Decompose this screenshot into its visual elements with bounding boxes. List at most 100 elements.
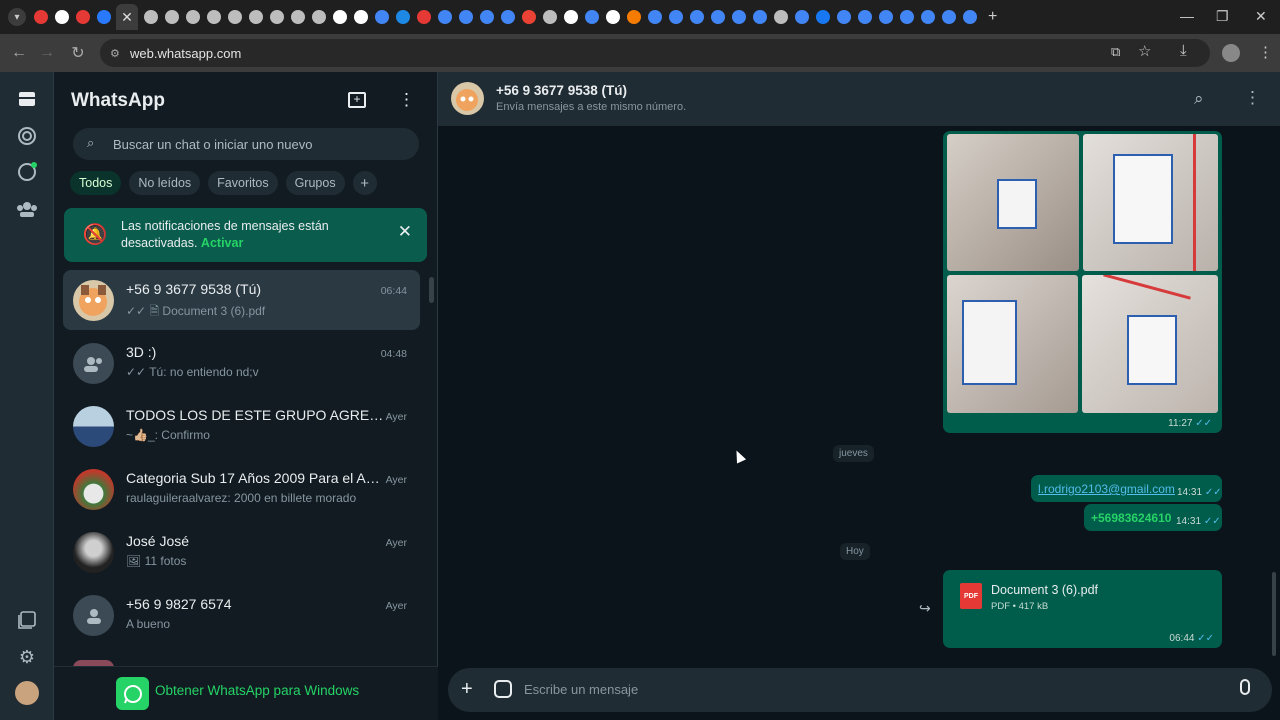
tab-favicon[interactable] <box>773 10 788 24</box>
tab-favicon[interactable] <box>248 10 263 24</box>
tab-favicon[interactable] <box>374 10 389 24</box>
back-icon[interactable]: ← <box>4 44 34 62</box>
tab-favicon[interactable] <box>815 10 830 24</box>
get-app-banner[interactable]: Obtener WhatsApp para Windows <box>54 666 438 720</box>
tab-favicon[interactable] <box>96 10 111 24</box>
tab-favicon[interactable] <box>416 10 431 24</box>
chat-item[interactable]: Categoria Sub 17 Años 2009 Para el Año .… <box>63 459 420 519</box>
tab-favicon[interactable] <box>479 10 494 24</box>
tab-favicon[interactable] <box>54 10 69 24</box>
tab-favicon[interactable] <box>521 10 536 24</box>
forward-icon[interactable]: ↪ <box>919 600 931 617</box>
new-tab-button[interactable]: + <box>988 8 997 26</box>
tab-favicon[interactable] <box>75 10 90 24</box>
tab-favicon[interactable] <box>33 10 48 24</box>
attach-plus-icon[interactable]: + <box>461 678 473 701</box>
install-app-icon[interactable]: ⧉ <box>1111 44 1120 60</box>
photo-thumbnail[interactable] <box>1082 275 1218 413</box>
photo-thumbnail[interactable] <box>947 275 1078 413</box>
tab-favicon[interactable] <box>605 10 620 24</box>
search-icon[interactable]: ⌕ <box>1194 89 1204 109</box>
close-window-icon[interactable]: ✕ <box>1255 8 1267 25</box>
chat-item[interactable]: +56 9 3677 9538 (Tú) 06:44 ✓✓ 🗎 Document… <box>63 270 420 330</box>
downloads-icon[interactable]: ⤓ <box>1180 42 1187 59</box>
tab-favicon[interactable] <box>185 10 200 24</box>
tab-favicon[interactable] <box>752 10 767 24</box>
get-app-link[interactable]: Obtener WhatsApp para Windows <box>155 683 359 698</box>
filter-unread[interactable]: No leídos <box>129 171 201 195</box>
channels-icon[interactable] <box>15 160 39 184</box>
minimize-icon[interactable]: — <box>1180 8 1194 24</box>
settings-gear-icon[interactable]: ⚙ <box>15 645 39 669</box>
tab-favicon[interactable] <box>206 10 221 24</box>
add-filter-button[interactable]: + <box>352 171 377 195</box>
profile-avatar-icon[interactable] <box>1222 44 1240 62</box>
tab-favicon[interactable] <box>542 10 557 24</box>
tab-favicon[interactable] <box>164 10 179 24</box>
search-input[interactable]: ⌕ Buscar un chat o iniciar uno nuevo <box>73 128 419 160</box>
status-icon[interactable] <box>15 124 39 148</box>
new-chat-icon[interactable]: + <box>348 92 366 108</box>
chat-item[interactable]: TODOS LOS DE ESTE GRUPO AGREGAR A... Aye… <box>63 396 420 456</box>
photo-thumbnail[interactable] <box>947 134 1079 271</box>
photo-thumbnail[interactable] <box>1083 134 1218 271</box>
phone-link[interactable]: +56983624610 <box>1091 511 1171 525</box>
emoji-icon[interactable] <box>494 680 512 698</box>
browser-menu-icon[interactable]: ⋮ <box>1258 43 1273 61</box>
site-info-icon[interactable]: ⚙ <box>110 47 120 60</box>
scrollbar[interactable] <box>1272 572 1276 656</box>
tab-favicon[interactable] <box>626 10 641 24</box>
tab-favicon[interactable] <box>668 10 683 24</box>
tab-favicon[interactable] <box>731 10 746 24</box>
filter-groups[interactable]: Grupos <box>285 171 345 195</box>
phone-message-bubble[interactable]: +56983624610 14:31 ✓✓ <box>1084 504 1222 531</box>
tab-favicon[interactable] <box>794 10 809 24</box>
reload-icon[interactable]: ↻ <box>63 43 93 63</box>
conversation-header[interactable]: +56 9 3677 9538 (Tú) Envía mensajes a es… <box>438 72 1280 126</box>
chat-item[interactable]: José José Ayer 🖼 11 fotos <box>63 522 420 582</box>
enable-notifications-link[interactable]: Activar <box>201 236 243 250</box>
tab-favicon[interactable] <box>395 10 410 24</box>
profile-avatar[interactable] <box>15 681 39 705</box>
tab-favicon[interactable] <box>584 10 599 24</box>
close-icon[interactable]: ✕ <box>398 222 412 242</box>
tab-favicon[interactable] <box>962 10 977 24</box>
tab-favicon[interactable] <box>227 10 242 24</box>
tab-favicon[interactable] <box>290 10 305 24</box>
tab-favicon[interactable] <box>899 10 914 24</box>
tab-favicon[interactable] <box>269 10 284 24</box>
photo-album-bubble[interactable]: 11:27 ✓✓ <box>943 131 1222 433</box>
message-input[interactable]: Escribe un mensaje <box>524 682 638 697</box>
scrollbar[interactable] <box>429 277 434 303</box>
tab-favicon[interactable] <box>941 10 956 24</box>
tab-favicon[interactable] <box>458 10 473 24</box>
tab-favicon[interactable] <box>836 10 851 24</box>
tab-favicon[interactable] <box>710 10 725 24</box>
active-tab[interactable]: ✕ <box>116 4 138 30</box>
tab-favicon[interactable] <box>143 10 158 24</box>
tab-favicon[interactable] <box>311 10 326 24</box>
forward-icon[interactable]: → <box>32 44 62 62</box>
tab-favicon[interactable] <box>500 10 515 24</box>
email-link[interactable]: l.rodrigo2103@gmail.com <box>1038 482 1175 496</box>
bookmark-star-icon[interactable]: ☆ <box>1138 42 1151 60</box>
filter-favorites[interactable]: Favoritos <box>208 171 278 195</box>
url-field[interactable]: ⚙ web.whatsapp.com <box>100 39 1210 67</box>
tab-favicon[interactable] <box>353 10 368 24</box>
tab-favicon[interactable] <box>920 10 935 24</box>
email-message-bubble[interactable]: l.rodrigo2103@gmail.com 14:31 ✓✓ <box>1031 475 1222 502</box>
media-icon[interactable] <box>15 608 39 632</box>
tab-favicon[interactable] <box>437 10 452 24</box>
restore-icon[interactable]: ❐ <box>1216 8 1229 25</box>
tab-search-menu[interactable]: ▾ <box>8 8 26 26</box>
filter-all[interactable]: Todos <box>70 171 122 195</box>
chat-item[interactable]: +56 9 9827 6574 Ayer A bueno <box>63 585 420 645</box>
menu-icon[interactable]: ⋮ <box>1244 88 1261 108</box>
tab-favicon[interactable] <box>878 10 893 24</box>
document-message-bubble[interactable]: PDF Document 3 (6).pdf PDF • 417 kB 06:4… <box>943 570 1222 648</box>
microphone-icon[interactable] <box>1240 679 1250 695</box>
chat-item[interactable]: 3D :) 04:48 ✓✓ Tú: no entiendo nd;v <box>63 333 420 393</box>
close-tab-icon[interactable]: ✕ <box>121 9 133 26</box>
tab-favicon[interactable] <box>332 10 347 24</box>
tab-favicon[interactable] <box>857 10 872 24</box>
